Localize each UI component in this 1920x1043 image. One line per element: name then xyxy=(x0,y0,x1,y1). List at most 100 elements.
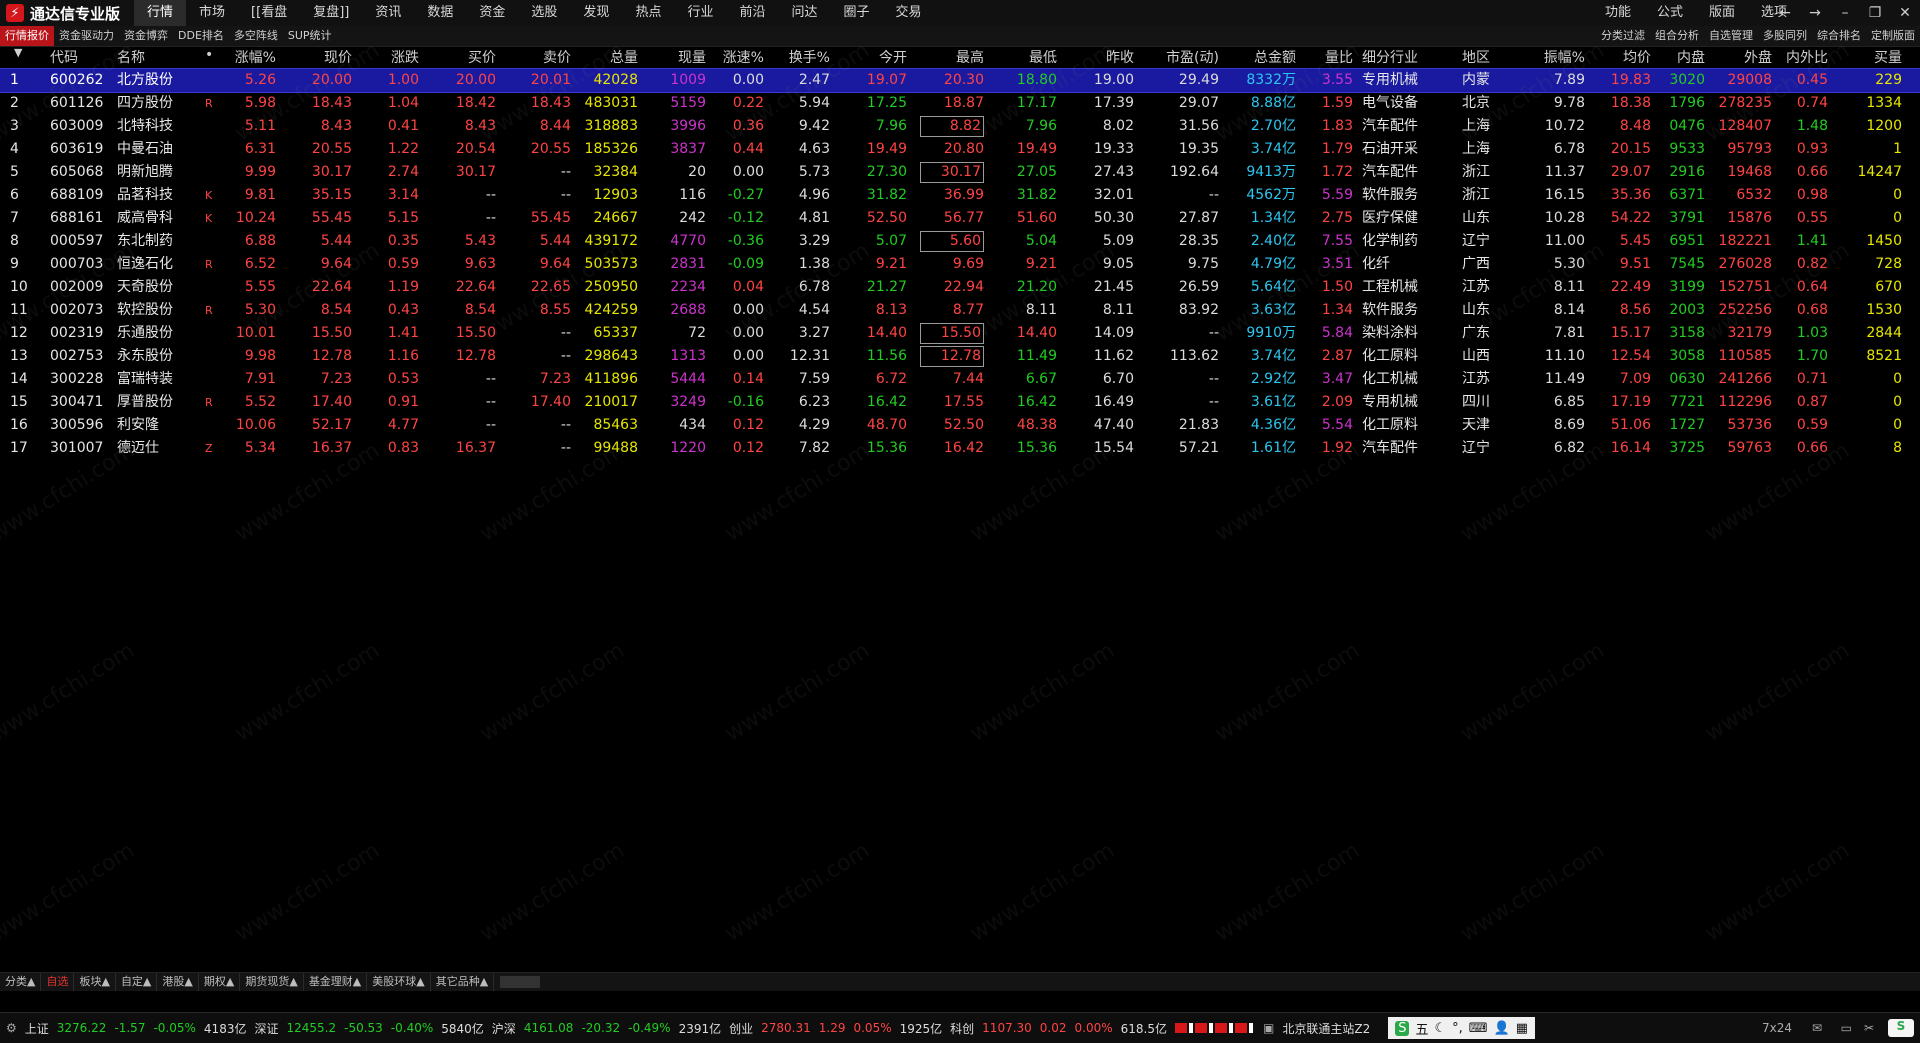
table-row[interactable]: 4 603619 中曼石油 6.31 20.55 1.22 20.54 20.55 185326… xyxy=(0,138,1920,161)
bottom-tab-9[interactable]: 其它品种▲ xyxy=(431,973,495,991)
bottom-tab-7[interactable]: 基金理财▲ xyxy=(304,973,368,991)
cell-code[interactable]: 000597 xyxy=(50,230,112,253)
cell-code[interactable]: 603619 xyxy=(50,138,112,161)
cell-code[interactable]: 603009 xyxy=(50,115,112,138)
right-menu-item-0[interactable]: 功能 xyxy=(1592,0,1644,26)
news-7x24[interactable]: 7x24 xyxy=(1762,1021,1792,1035)
table-row[interactable]: 9 000703 恒逸石化 R 6.52 9.64 0.59 9.63 9.64 503573 28… xyxy=(0,253,1920,276)
table-row[interactable]: 8 000597 东北制药 6.88 5.44 0.35 5.43 5.44 439172 477… xyxy=(0,230,1920,253)
cell-name[interactable]: 乐通股份 xyxy=(117,322,197,345)
column-header-pe[interactable]: 市盈(动) xyxy=(1145,47,1219,67)
server-name[interactable]: 北京联通主站Z2 xyxy=(1282,1020,1370,1037)
close-icon[interactable]: ✕ xyxy=(1890,0,1920,26)
cell-code[interactable]: 688161 xyxy=(50,207,112,230)
menu-item-3[interactable]: 复盘]] xyxy=(300,0,362,26)
column-header-ask[interactable]: 卖价 xyxy=(505,47,571,67)
chat-icon[interactable]: ▭ xyxy=(1841,1021,1852,1035)
toolbar-button-4[interactable]: 多空阵线 xyxy=(229,26,283,46)
cell-name[interactable]: 利安隆 xyxy=(117,414,197,437)
bottom-tab-3[interactable]: 自定▲ xyxy=(116,973,158,991)
bottom-tab-1[interactable]: 自选 xyxy=(41,973,75,991)
bottom-tab-5[interactable]: 期权▲ xyxy=(199,973,241,991)
toolbar-right-button-0[interactable]: 分类过滤 xyxy=(1596,26,1650,46)
cell-name[interactable]: 威高骨科 xyxy=(117,207,197,230)
cell-name[interactable]: 软控股份 xyxy=(117,299,197,322)
message-icon[interactable]: ✉ xyxy=(1812,1021,1822,1035)
sort-arrow-icon[interactable]: ▼ xyxy=(14,46,22,59)
cell-name[interactable]: 明新旭腾 xyxy=(117,161,197,184)
kc-index-label[interactable]: 科创 xyxy=(950,1020,974,1037)
bottom-tab-0[interactable]: 分类▲ xyxy=(0,973,42,991)
cell-name[interactable]: 北方股份 xyxy=(117,69,197,92)
restore-icon[interactable]: ❐ xyxy=(1860,0,1890,26)
menu-item-13[interactable]: 圈子 xyxy=(831,0,883,26)
right-menu-item-2[interactable]: 版面 xyxy=(1696,0,1748,26)
toolbar-button-3[interactable]: DDE排名 xyxy=(173,26,229,46)
bottom-tab-8[interactable]: 美股环球▲ xyxy=(367,973,431,991)
menu-item-8[interactable]: 发现 xyxy=(570,0,622,26)
cell-name[interactable]: 四方股份 xyxy=(117,92,197,115)
tab-scrollbar[interactable] xyxy=(500,976,541,988)
menu-item-9[interactable]: 热点 xyxy=(622,0,674,26)
bottom-tab-4[interactable]: 港股▲ xyxy=(157,973,199,991)
column-header-cur_vol[interactable]: 现量 xyxy=(650,47,706,67)
app-badge-icon[interactable]: S xyxy=(1888,1019,1914,1037)
table-row[interactable]: 15 300471 厚普股份 R 5.52 17.40 0.91 -- 17.40 210017 3… xyxy=(0,391,1920,414)
column-header-bid[interactable]: 买价 xyxy=(430,47,496,67)
table-row[interactable]: 6 688109 品茗科技 K 9.81 35.15 3.14 -- -- 12903 116 -0.… xyxy=(0,184,1920,207)
column-header-industry[interactable]: 细分行业 xyxy=(1362,47,1438,67)
menu-item-2[interactable]: [[看盘 xyxy=(238,0,300,26)
cell-name[interactable]: 北特科技 xyxy=(117,115,197,138)
column-header-speed[interactable]: 涨速% xyxy=(712,47,764,67)
column-header-low[interactable]: 最低 xyxy=(995,47,1057,67)
cy-index-label[interactable]: 创业 xyxy=(729,1020,753,1037)
right-menu-item-1[interactable]: 公式 xyxy=(1644,0,1696,26)
cell-name[interactable]: 永东股份 xyxy=(117,345,197,368)
cell-code[interactable]: 002753 xyxy=(50,345,112,368)
table-row[interactable]: 17 301007 德迈仕 Z 5.34 16.37 0.83 16.37 -- 99488 122… xyxy=(0,437,1920,460)
menu-item-0[interactable]: 行情 xyxy=(134,0,187,26)
menu-item-14[interactable]: 交易 xyxy=(883,0,935,26)
bottom-tab-2[interactable]: 板块▲ xyxy=(74,973,116,991)
table-row[interactable]: 13 002753 永东股份 9.98 12.78 1.16 12.78 -- 298643 13… xyxy=(0,345,1920,368)
toolbar-right-button-2[interactable]: 自选管理 xyxy=(1704,26,1758,46)
menu-item-11[interactable]: 前沿 xyxy=(726,0,778,26)
table-row[interactable]: 7 688161 威高骨科 K 10.24 55.45 5.15 -- 55.45 24667 24… xyxy=(0,207,1920,230)
toolbar-button-5[interactable]: SUP统计 xyxy=(283,26,337,46)
menu-item-6[interactable]: 资金 xyxy=(466,0,518,26)
column-header-region[interactable]: 地区 xyxy=(1462,47,1502,67)
sh-index-label[interactable]: 上证 xyxy=(25,1020,49,1037)
table-row[interactable]: 5 605068 明新旭腾 9.99 30.17 2.74 30.17 -- 32384 20 0.… xyxy=(0,161,1920,184)
menu-item-10[interactable]: 行业 xyxy=(674,0,726,26)
bottom-tab-6[interactable]: 期货现货▲ xyxy=(240,973,304,991)
toolbar-button-0[interactable]: 行情报价 xyxy=(0,26,54,46)
back-arrow-icon[interactable]: ← xyxy=(1770,0,1800,26)
cell-name[interactable]: 品茗科技 xyxy=(117,184,197,207)
table-row[interactable]: 16 300596 利安隆 10.06 52.17 4.77 -- -- 85463 434 0.1… xyxy=(0,414,1920,437)
column-header-inner[interactable]: 内盘 xyxy=(1655,47,1705,67)
cell-name[interactable]: 富瑞特装 xyxy=(117,368,197,391)
column-header-high[interactable]: 最高 xyxy=(920,47,984,67)
toolbar-right-button-1[interactable]: 组合分析 xyxy=(1650,26,1704,46)
ime-toolbar[interactable]: S 五 ☾ °, ⌨ 👤 ▦ xyxy=(1388,1017,1536,1039)
toolbar-button-1[interactable]: 资金驱动力 xyxy=(54,26,119,46)
cell-name[interactable]: 厚普股份 xyxy=(117,391,197,414)
menu-item-1[interactable]: 市场 xyxy=(186,0,238,26)
minimize-icon[interactable]: – xyxy=(1830,0,1860,26)
cell-code[interactable]: 002319 xyxy=(50,322,112,345)
forward-arrow-icon[interactable]: → xyxy=(1800,0,1830,26)
cell-code[interactable]: 688109 xyxy=(50,184,112,207)
table-row[interactable]: 12 002319 乐通股份 10.01 15.50 1.41 15.50 -- 65337 72… xyxy=(0,322,1920,345)
cell-code[interactable]: 300228 xyxy=(50,368,112,391)
toolbar-right-button-3[interactable]: 多股同列 xyxy=(1758,26,1812,46)
column-header-amount[interactable]: 总金额 xyxy=(1230,47,1296,67)
cell-name[interactable]: 中曼石油 xyxy=(117,138,197,161)
status-gear-icon[interactable]: ⚙ xyxy=(6,1021,17,1035)
menu-item-4[interactable]: 资讯 xyxy=(362,0,414,26)
menu-item-5[interactable]: 数据 xyxy=(414,0,466,26)
table-row[interactable]: 14 300228 富瑞特装 7.91 7.23 0.53 -- 7.23 411896 5444… xyxy=(0,368,1920,391)
cell-code[interactable]: 300471 xyxy=(50,391,112,414)
column-header-chg_pct[interactable]: 涨幅% xyxy=(220,47,276,67)
cell-name[interactable]: 天奇股份 xyxy=(117,276,197,299)
server-icon[interactable]: ▣ xyxy=(1263,1021,1274,1035)
